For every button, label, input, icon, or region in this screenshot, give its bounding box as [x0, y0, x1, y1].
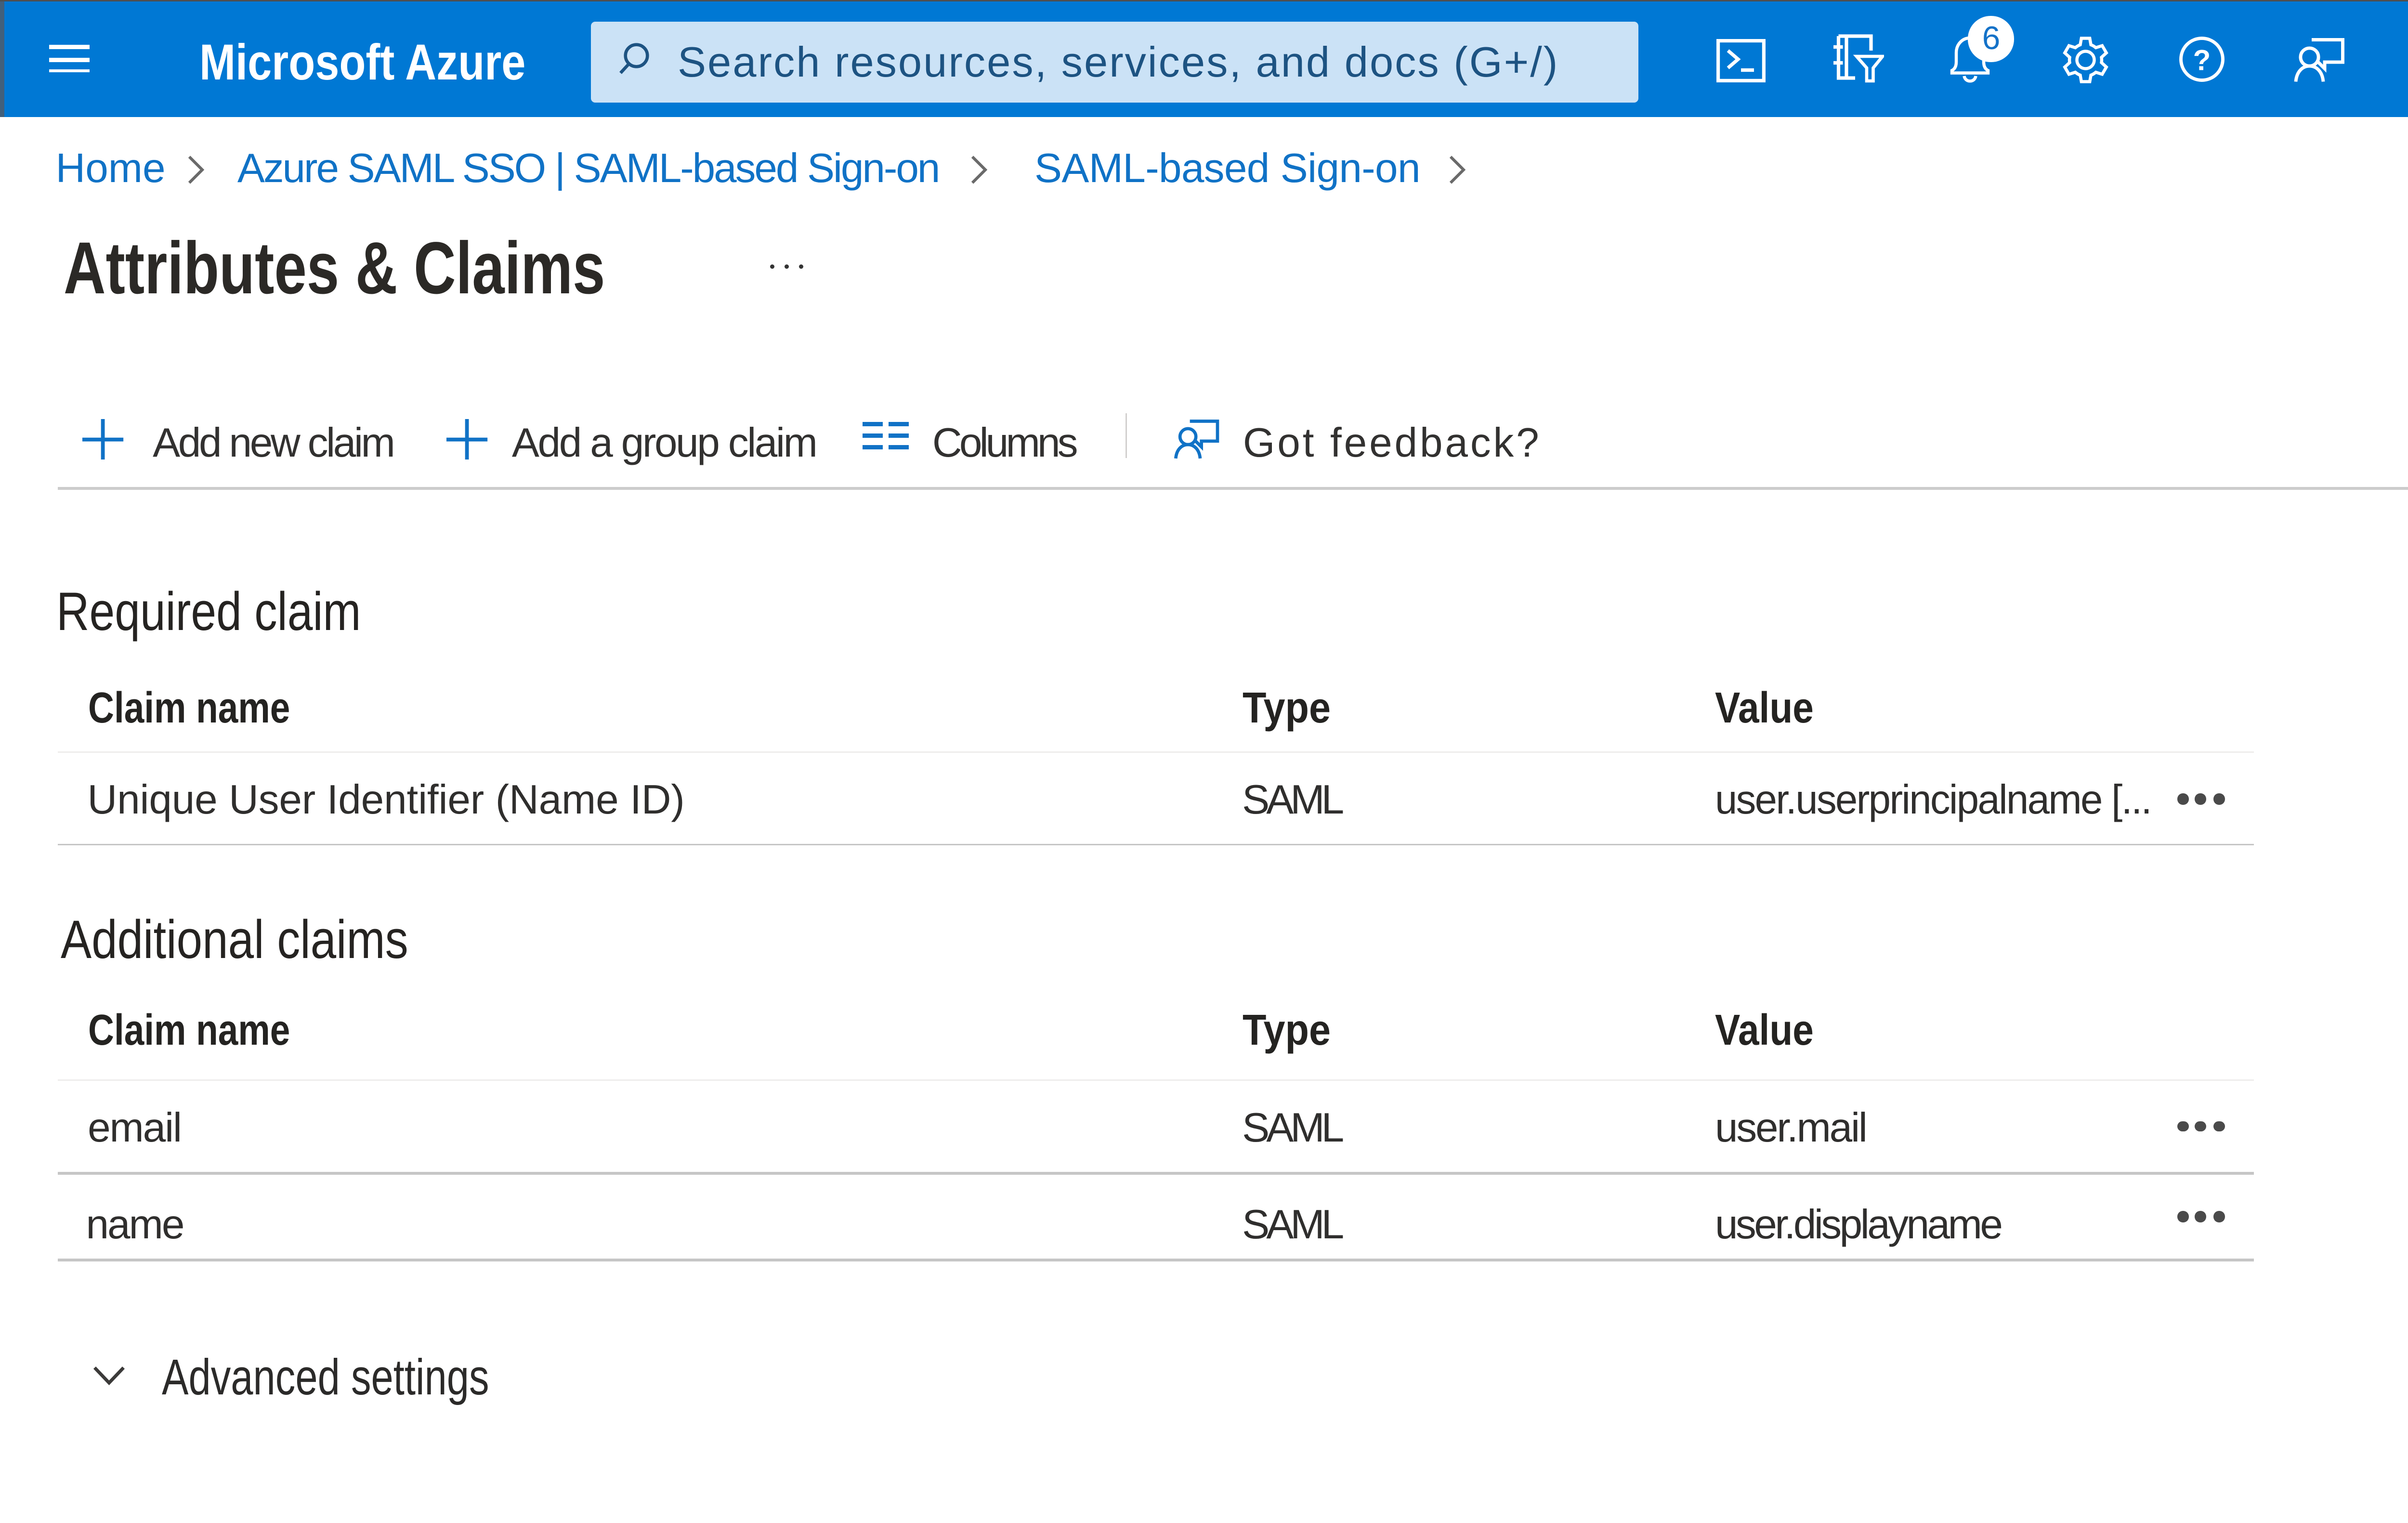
- svg-text:?: ?: [2193, 43, 2211, 76]
